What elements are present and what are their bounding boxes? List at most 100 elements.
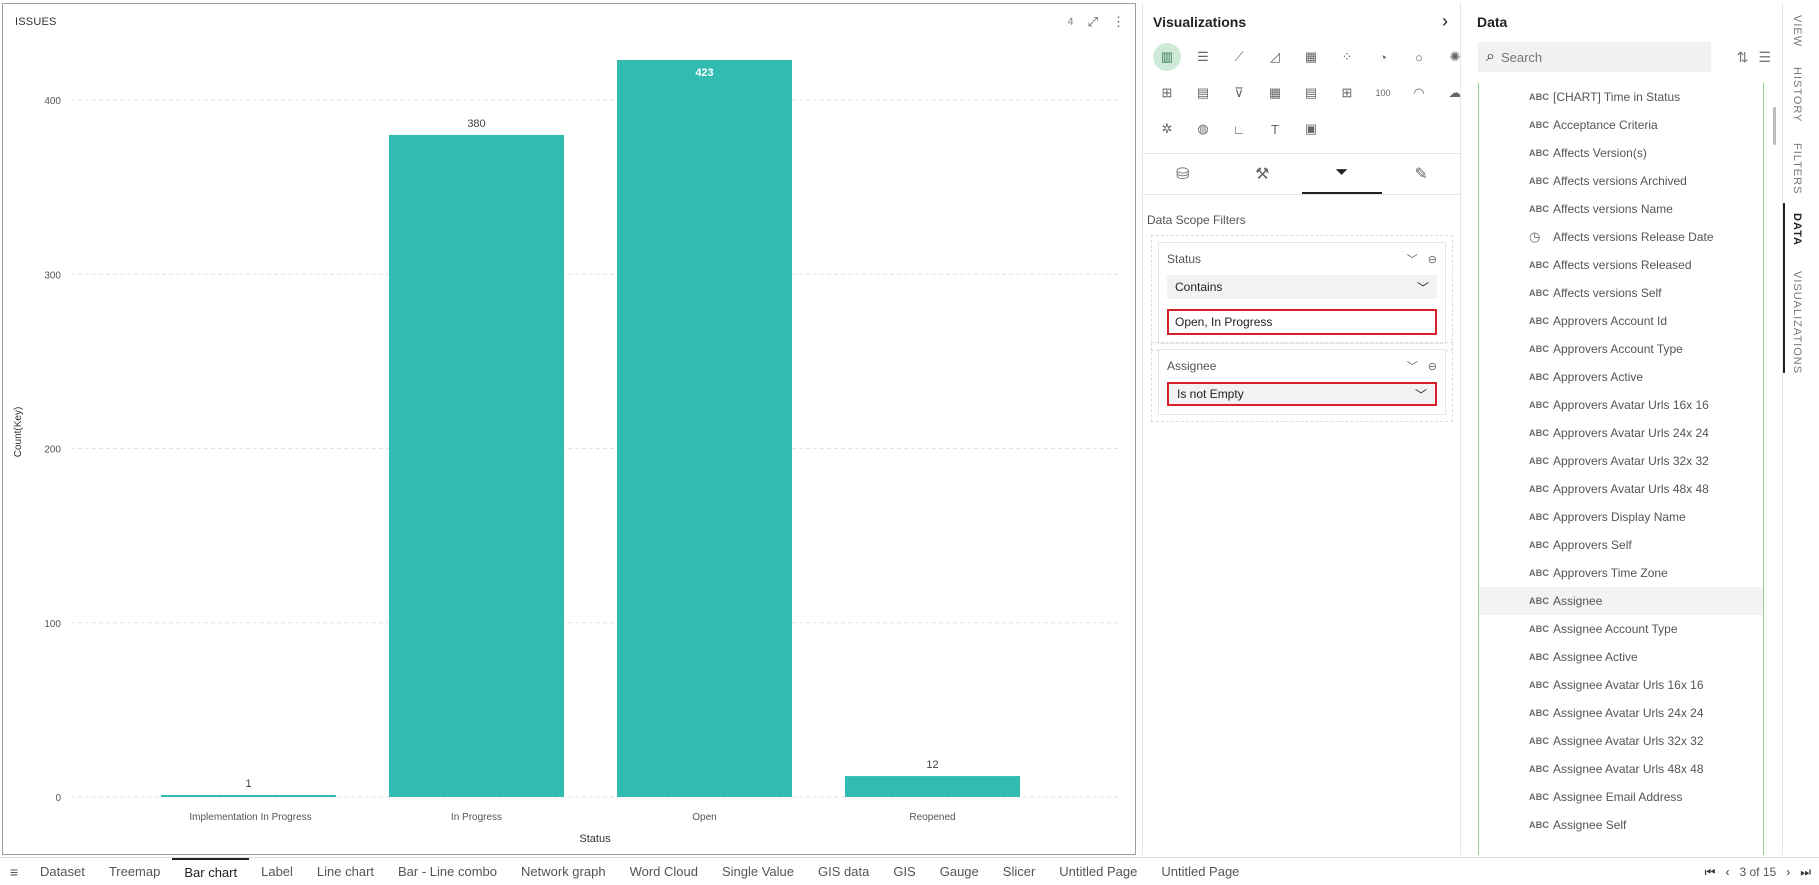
first-page-icon[interactable]: ⏮ [1705,865,1716,880]
page-tab[interactable]: Line chart [305,858,386,885]
combo-chart-icon[interactable]: ▦ [1297,43,1325,71]
pie-chart-icon[interactable]: ◔ [1369,43,1397,71]
bar[interactable] [161,795,336,797]
field-item[interactable]: ABC Assignee Self [1479,811,1763,839]
single-value-icon[interactable]: 100 [1369,79,1397,107]
field-item[interactable]: ABC Assignee Email Address [1479,783,1763,811]
field-item[interactable]: ABC Affects versions Archived [1479,167,1763,195]
field-item[interactable]: ABC Affects versions Released [1479,251,1763,279]
field-item[interactable]: ABC Approvers Display Name [1479,503,1763,531]
globe-icon[interactable]: ◍ [1189,115,1217,143]
page-tab[interactable]: Single Value [710,858,806,885]
field-item[interactable]: ABC Assignee Avatar Urls 32x 32 [1479,727,1763,755]
bar[interactable] [617,60,792,797]
field-item[interactable]: ABC Affects versions Self [1479,279,1763,307]
page-tab[interactable]: GIS [881,858,927,885]
side-tab-history[interactable]: HISTORY [1791,67,1803,123]
page-tab[interactable]: Bar chart [172,857,250,885]
x-tick-label: In Progress [451,812,502,823]
side-tab-view[interactable]: VIEW [1791,15,1803,47]
assignee-operator-select[interactable]: Is not Empty ﹀ [1167,382,1437,406]
treemap-icon[interactable]: ⊞ [1153,79,1181,107]
field-item[interactable]: ◷ Affects versions Release Date [1479,223,1763,251]
bar-chart-icon[interactable]: ☰ [1189,43,1217,71]
field-list-scrollbar[interactable] [1773,107,1776,145]
field-item[interactable]: ABC Approvers Time Zone [1479,559,1763,587]
remove-filter-icon[interactable]: ⊖ [1428,360,1437,373]
field-item[interactable]: ABC Approvers Self [1479,531,1763,559]
field-item[interactable]: ABC Assignee [1479,587,1763,615]
page-tab[interactable]: Word Cloud [618,858,710,885]
area-chart-icon[interactable]: ◿ [1261,43,1289,71]
page-tab[interactable]: GIS data [806,858,881,885]
data-scope-filters-label: Data Scope Filters [1147,213,1246,227]
tab-data-source[interactable]: ⛁ [1143,154,1223,194]
page-tab[interactable]: Bar - Line combo [386,858,509,885]
field-item[interactable]: ABC Assignee Avatar Urls 48x 48 [1479,755,1763,783]
field-item[interactable]: ABC Assignee Avatar Urls 24x 24 [1479,699,1763,727]
field-item[interactable]: ABC Approvers Avatar Urls 24x 24 [1479,419,1763,447]
chevron-down-icon[interactable]: ﹀ [1407,358,1418,374]
page-tab[interactable]: Dataset [28,858,97,885]
chevron-right-icon[interactable]: › [1442,11,1448,32]
page-tab[interactable]: Untitled Page [1047,858,1149,885]
last-page-icon[interactable]: ⏭ [1800,865,1811,880]
line-chart-icon[interactable]: ⟋ [1225,43,1253,71]
text-icon[interactable]: T [1261,115,1289,143]
expand-icon[interactable]: ⤢ [1088,14,1098,30]
gauge-icon[interactable]: ◠ [1405,79,1433,107]
funnel-icon[interactable]: ⊽ [1225,79,1253,107]
search-box[interactable]: ⌕ [1478,42,1711,72]
search-input[interactable] [1500,49,1691,65]
field-item[interactable]: ABC Affects versions Name [1479,195,1763,223]
field-item[interactable]: ABC Affects Version(s) [1479,139,1763,167]
donut-chart-icon[interactable]: ○ [1405,43,1433,71]
field-item[interactable]: ABC Assignee Avatar Urls 16x 16 [1479,671,1763,699]
field-item[interactable]: ABC [CHART] Time in Status [1479,83,1763,111]
side-tab-filters[interactable]: FILTERS [1791,143,1803,194]
page-tab[interactable]: Network graph [509,858,618,885]
list-options-icon[interactable]: ☰ [1758,49,1771,66]
page-tab[interactable]: Label [249,858,305,885]
bar[interactable] [389,134,564,797]
status-operator-select[interactable]: Contains ﹀ [1167,275,1437,299]
field-item[interactable]: ABC Acceptance Criteria [1479,111,1763,139]
grid-icon[interactable]: ⊞ [1333,79,1361,107]
side-tab-visualizations[interactable]: VISUALIZATIONS [1791,271,1803,374]
field-item[interactable]: ABC Approvers Avatar Urls 48x 48 [1479,475,1763,503]
page-tab[interactable]: Untitled Page [1149,858,1251,885]
field-item[interactable]: ABC Approvers Account Type [1479,335,1763,363]
chevron-down-icon[interactable]: ﹀ [1407,251,1418,267]
tab-analytics[interactable]: ✎ [1382,154,1462,194]
hamburger-menu-icon[interactable]: ≡ [0,864,28,880]
calendar-icon[interactable]: ▣ [1297,115,1325,143]
tab-format[interactable]: ⚒ [1223,154,1303,194]
axis-chart-icon[interactable]: ∟ [1225,115,1253,143]
field-item[interactable]: ABC Approvers Active [1479,363,1763,391]
previous-page-icon[interactable]: ‹ [1725,865,1729,879]
field-item[interactable]: ABC Assignee Account Type [1479,615,1763,643]
page-tab[interactable]: Gauge [928,858,991,885]
bar[interactable] [845,776,1020,797]
field-item[interactable]: ABC Assignee Active [1479,643,1763,671]
field-type-badge: ABC [1529,288,1550,298]
page-tab[interactable]: Treemap [97,858,173,885]
field-item[interactable]: ABC Approvers Avatar Urls 32x 32 [1479,447,1763,475]
field-item[interactable]: ABC Approvers Account Id [1479,307,1763,335]
network-graph-icon[interactable]: ✲ [1153,115,1181,143]
field-item[interactable]: ABC Approvers Avatar Urls 16x 16 [1479,391,1763,419]
column-chart-icon[interactable]: ▥ [1153,43,1181,71]
chart-panel[interactable]: 0 100 200 300 400 1 Implementation In Progress… [2,3,1136,855]
card-icon[interactable]: ▤ [1189,79,1217,107]
table-icon[interactable]: ▦ [1261,79,1289,107]
next-page-icon[interactable]: › [1786,865,1790,879]
scatter-chart-icon[interactable]: ⁘ [1333,43,1361,71]
tab-filters[interactable]: ⏷ [1302,154,1382,194]
status-value-input[interactable] [1167,309,1437,335]
kebab-menu-icon[interactable]: ⋮ [1112,14,1125,30]
remove-filter-icon[interactable]: ⊖ [1428,253,1437,266]
sort-icon[interactable]: ⇅ [1737,49,1749,66]
page-tab[interactable]: Slicer [991,858,1048,885]
side-tab-data[interactable]: DATA [1791,213,1803,246]
pivot-table-icon[interactable]: ▤ [1297,79,1325,107]
